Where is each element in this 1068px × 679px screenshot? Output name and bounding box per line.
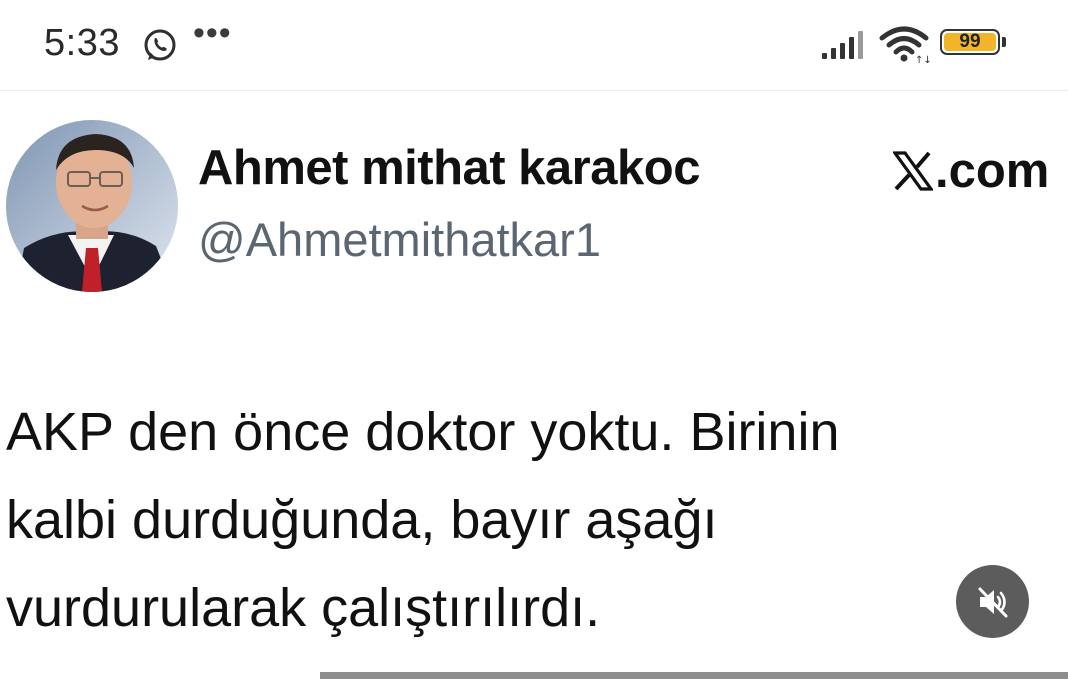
svg-text:↑↓: ↑↓ [915,55,930,64]
x-logo: .com [893,143,1049,199]
tweet-text-line: kalbi durduğunda, bayır aşağı [6,490,718,550]
tweet-text-line: vurdurularak çalıştırılırdı. [6,578,601,638]
battery-level: 99 [944,31,996,52]
x-logo-icon [893,151,933,191]
author-avatar[interactable] [6,120,178,292]
screen: 5:33 ••• ↑↓ 99 Ahmet mithat karakoc @Ahm… [0,0,1068,679]
status-bar: 5:33 ••• ↑↓ 99 [0,0,1068,91]
signal-icon [822,31,863,59]
mute-button[interactable] [956,565,1029,638]
status-time: 5:33 [44,22,120,64]
speaker-muted-icon [978,587,1007,617]
tweet-text: AKP den önce doktor yoktu. Birinin kalbi… [6,388,966,652]
x-logo-text: .com [935,144,1050,198]
battery-indicator: 99 [940,29,1006,59]
wifi-icon: ↑↓ [879,26,930,64]
avatar-photo [6,120,178,292]
author-name[interactable]: Ahmet mithat karakoc [198,140,700,196]
whatsapp-icon [144,29,176,61]
tweet-text-line: AKP den önce doktor yoktu. Birinin [6,402,840,462]
more-dots-icon: ••• [193,14,232,52]
author-handle[interactable]: @Ahmetmithatkar1 [198,212,601,267]
video-progress-bar[interactable] [320,672,1068,679]
